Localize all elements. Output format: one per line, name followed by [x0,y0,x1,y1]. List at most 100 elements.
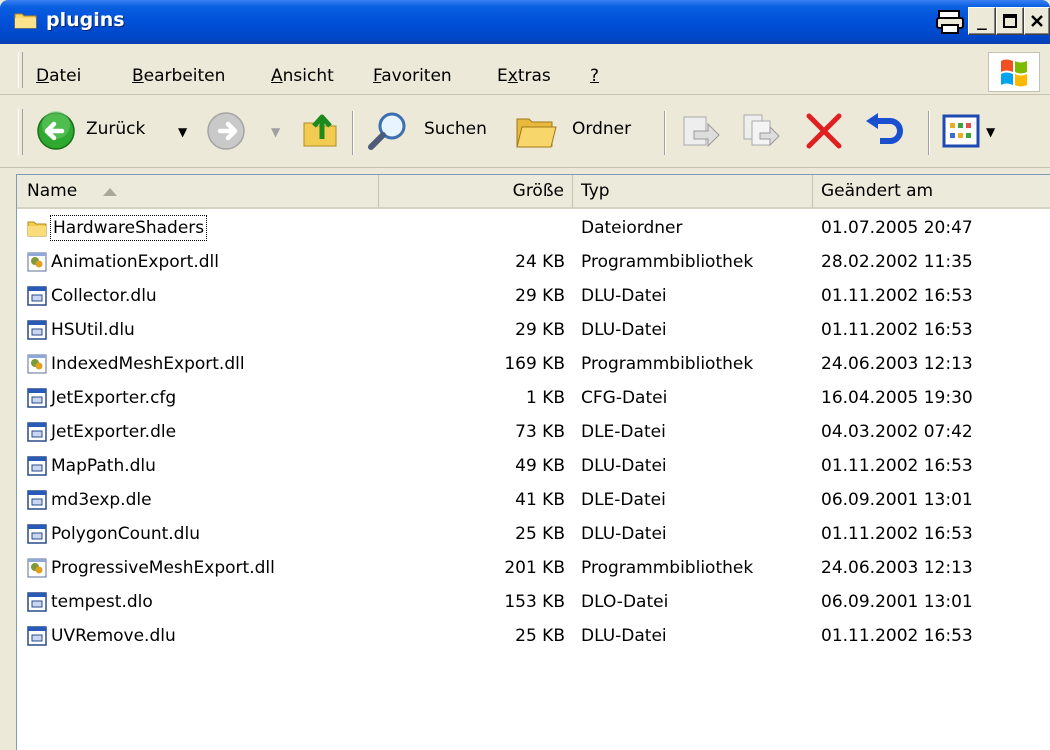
column-header-size[interactable]: Größe [379,175,573,209]
file-name[interactable]: PolygonCount.dlu [51,517,200,551]
column-modified-label: Geändert am [821,181,934,201]
folders-button[interactable] [514,111,560,156]
menu-ansicht[interactable]: Ansicht [271,66,334,86]
undo-icon [866,113,903,144]
file-row[interactable]: AnimationExport.dll 24 KB Programmbiblioth… [17,245,1050,279]
forward-button[interactable] [206,111,246,156]
column-header-modified[interactable]: Geändert am [813,175,1050,209]
menu-grip[interactable] [18,52,23,88]
file-type: Dateiordner [581,218,683,238]
column-type-label: Typ [581,181,610,201]
menu-favoriten[interactable]: Favoriten [373,66,452,86]
file-row[interactable]: UVRemove.dlu 25 KB DLU-Datei 01.11.2002 16:… [17,619,1050,653]
file-name[interactable]: MapPath.dlu [51,449,156,483]
file-type: DLU-Datei [581,524,667,544]
file-name[interactable]: JetExporter.dle [51,415,176,449]
file-size: 1 KB [525,388,565,408]
copy-to-icon [743,114,780,147]
column-header-name[interactable]: Name [17,175,379,209]
copy-to-button[interactable] [740,111,782,156]
views-icon [942,114,980,148]
file-name[interactable]: UVRemove.dlu [51,619,176,653]
file-name[interactable]: ProgressiveMeshExport.dll [51,551,275,585]
file-size: 41 KB [515,490,565,510]
back-button[interactable] [36,111,76,156]
file-list[interactable]: Name Größe Typ Geändert am HardwareShade… [16,174,1050,750]
file-type: DLU-Datei [581,320,667,340]
folder-icon [27,218,47,238]
toolbar: Zurück ▼ ▼ Suchen Ordner ▼ [0,95,1050,168]
file-type: DLO-Datei [581,592,669,612]
column-header-type[interactable]: Typ [573,175,813,209]
sort-ascending-icon [103,188,117,196]
menu-datei[interactable]: Datei [36,66,81,86]
file-modified: 01.11.2002 16:53 [821,320,973,340]
views-button[interactable] [942,113,982,154]
back-arrow-icon [37,111,75,150]
file-name[interactable]: HardwareShaders [49,215,208,241]
folders-label[interactable]: Ordner [572,119,631,139]
file-row[interactable]: md3exp.dle 41 KB DLE-Datei 06.09.2001 13:01 [17,483,1050,517]
file-name[interactable]: tempest.dlo [51,585,153,619]
file-name[interactable]: IndexedMeshExport.dll [51,347,245,381]
file-icon [27,422,47,442]
file-type: CFG-Datei [581,388,668,408]
file-row[interactable]: JetExporter.dle 73 KB DLE-Datei 04.03.2002 … [17,415,1050,449]
views-dropdown-chevron-icon[interactable]: ▼ [986,125,995,139]
file-row[interactable]: ProgressiveMeshExport.dll 201 KB Programmb… [17,551,1050,585]
file-modified: 28.02.2002 11:35 [821,252,973,272]
file-modified: 04.03.2002 07:42 [821,422,973,442]
delete-button[interactable] [804,111,844,156]
close-button[interactable] [1024,7,1050,35]
search-icon [368,112,406,150]
maximize-button[interactable] [996,7,1024,35]
file-row[interactable]: JetExporter.cfg 1 KB CFG-Datei 16.04.2005 1… [17,381,1050,415]
menu-bearbeiten-label: Bearbeiten [132,66,226,86]
windows-flag-icon [1001,59,1027,87]
folder-icon [14,13,37,29]
menu-help[interactable]: ? [590,66,599,86]
title-bar[interactable]: plugins _ [0,0,1050,44]
move-to-icon [683,116,720,148]
file-name[interactable]: AnimationExport.dll [51,245,219,279]
menu-bar: Datei Bearbeiten Ansicht Favoriten Extra… [0,44,1050,95]
file-name[interactable]: md3exp.dle [51,483,152,517]
forward-dropdown-chevron-icon[interactable]: ▼ [271,125,280,139]
back-dropdown-chevron-icon[interactable]: ▼ [178,125,187,139]
file-type: DLE-Datei [581,490,666,510]
move-to-button[interactable] [680,111,722,156]
back-label[interactable]: Zurück [86,119,145,139]
dll-icon [27,354,47,374]
minimize-button[interactable]: _ [968,7,996,35]
search-button[interactable] [366,109,410,158]
file-name[interactable]: JetExporter.cfg [51,381,176,415]
maximize-icon [1003,14,1017,28]
file-icon [27,626,47,646]
menu-favoriten-label: Favoriten [373,66,452,86]
undo-button[interactable] [862,111,906,156]
file-row[interactable]: tempest.dlo 153 KB DLO-Datei 06.09.2001 13:… [17,585,1050,619]
file-modified: 06.09.2001 13:01 [821,490,973,510]
menu-help-label: ? [590,66,600,86]
file-type: Programmbibliothek [581,252,754,272]
up-folder-button[interactable] [300,109,342,156]
toolbar-grip[interactable] [18,109,23,155]
file-modified: 01.11.2002 16:53 [821,286,973,306]
forward-arrow-icon [207,112,245,150]
menu-datei-label: Datei [36,66,82,86]
file-size: 24 KB [515,252,565,272]
menu-extras[interactable]: Extras [497,66,551,86]
menu-bearbeiten[interactable]: Bearbeiten [132,66,225,86]
file-name[interactable]: HSUtil.dlu [51,313,135,347]
file-row[interactable]: PolygonCount.dlu 25 KB DLU-Datei 01.11.2002… [17,517,1050,551]
dll-icon [27,558,47,578]
file-size: 25 KB [515,524,565,544]
file-row[interactable]: Collector.dlu 29 KB DLU-Datei 01.11.2002 16… [17,279,1050,313]
file-name[interactable]: Collector.dlu [51,279,157,313]
file-row[interactable]: IndexedMeshExport.dll 169 KB Programmbibli… [17,347,1050,381]
file-row[interactable]: HardwareShaders Dateiordner 01.07.2005 20:… [17,211,1050,245]
file-row[interactable]: HSUtil.dlu 29 KB DLU-Datei 01.11.2002 16:53 [17,313,1050,347]
search-label[interactable]: Suchen [424,119,487,139]
file-row[interactable]: MapPath.dlu 49 KB DLU-Datei 01.11.2002 16:5… [17,449,1050,483]
printer-icon[interactable] [935,9,965,35]
